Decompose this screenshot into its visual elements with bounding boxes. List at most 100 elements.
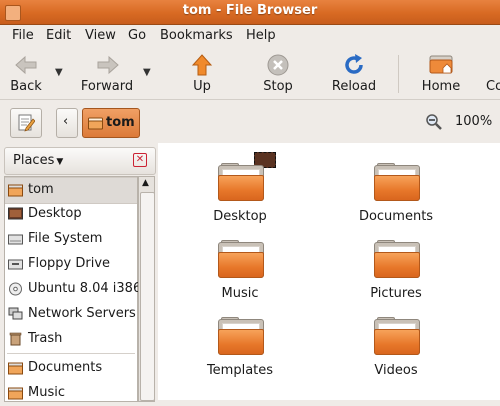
place-label: Ubuntu 8.04 i386 xyxy=(28,281,142,296)
hard-drive-icon xyxy=(8,234,23,245)
file-label: Music xyxy=(221,286,259,301)
zoom-icon[interactable] xyxy=(425,113,443,131)
chevron-left-icon: ‹ xyxy=(63,114,69,129)
up-arrow-icon xyxy=(191,54,213,76)
place-label: Floppy Drive xyxy=(28,256,111,271)
places-selector[interactable]: Places ▼ xyxy=(13,153,63,168)
trash-icon xyxy=(9,332,22,346)
place-label: Trash xyxy=(28,331,63,346)
place-label: Music xyxy=(28,385,65,400)
folder-icon xyxy=(374,240,420,278)
forward-label: Forward xyxy=(80,79,134,94)
menu-bookmarks[interactable]: Bookmarks xyxy=(160,28,233,43)
scrollbar-thumb[interactable] xyxy=(140,192,155,401)
back-history-dropdown-icon[interactable]: ▼ xyxy=(55,67,63,78)
network-icon xyxy=(8,307,23,320)
folder-icon xyxy=(218,317,264,355)
location-bar: ‹ tom 100% xyxy=(0,100,500,143)
reload-label: Reload xyxy=(331,79,377,94)
forward-button[interactable]: Forward xyxy=(76,47,138,99)
file-label: Pictures xyxy=(370,286,422,301)
computer-label: Co xyxy=(486,79,500,94)
file-view: Desktop Documents Music Pictures Templat… xyxy=(158,143,500,400)
window-title: tom - File Browser xyxy=(182,3,318,18)
menu-view[interactable]: View xyxy=(85,28,116,43)
file-label: Documents xyxy=(358,209,434,224)
toolbar: Back ▼ Forward ▼ Up Stop Reload Home Co xyxy=(0,47,500,100)
chevron-down-icon: ▼ xyxy=(56,157,64,167)
back-label: Back xyxy=(10,79,42,94)
stop-label: Stop xyxy=(263,79,293,94)
place-label: Documents xyxy=(28,360,103,375)
back-button[interactable]: Back xyxy=(2,47,50,99)
up-label: Up xyxy=(193,79,211,94)
place-item-tom[interactable]: tom xyxy=(5,177,137,204)
folder-icon xyxy=(8,387,23,400)
file-item-templates[interactable]: Templates xyxy=(180,317,300,378)
place-item-music[interactable]: Music xyxy=(5,381,137,406)
places-separator xyxy=(7,353,135,354)
place-item-desktop[interactable]: Desktop xyxy=(5,202,137,227)
place-item-network[interactable]: Network Servers xyxy=(5,302,137,327)
path-scroll-left-button[interactable]: ‹ xyxy=(56,108,78,138)
zoom-level[interactable]: 100% xyxy=(455,114,492,129)
file-item-documents[interactable]: Documents xyxy=(336,163,456,224)
menu-go[interactable]: Go xyxy=(128,28,146,43)
stop-button[interactable]: Stop xyxy=(254,47,302,99)
places-scrollbar[interactable]: ▲ xyxy=(138,176,155,402)
place-item-ubuntu-cd[interactable]: Ubuntu 8.04 i386 xyxy=(5,277,141,302)
path-label-tom: tom xyxy=(106,115,135,130)
folder-icon xyxy=(8,362,23,375)
reload-icon xyxy=(345,54,363,74)
menu-file[interactable]: File xyxy=(12,28,34,43)
file-label: Templates xyxy=(206,363,274,378)
reload-button[interactable]: Reload xyxy=(328,47,380,99)
folder-icon xyxy=(374,317,420,355)
places-list: tom Desktop File System Floppy Drive Ubu… xyxy=(4,176,141,402)
file-item-videos[interactable]: Videos xyxy=(336,317,456,378)
computer-button[interactable]: Co xyxy=(484,47,500,99)
place-label: Desktop xyxy=(28,206,82,221)
home-label: Home xyxy=(421,79,461,94)
scroll-up-arrow-icon[interactable]: ▲ xyxy=(142,178,149,188)
file-label: Videos xyxy=(374,363,418,378)
place-item-filesystem[interactable]: File System xyxy=(5,227,137,252)
menu-help[interactable]: Help xyxy=(246,28,276,43)
places-label: Places xyxy=(13,153,55,168)
stop-icon xyxy=(267,54,289,76)
home-folder-icon xyxy=(88,117,103,130)
place-label: File System xyxy=(28,231,103,246)
home-folder-icon xyxy=(8,184,23,197)
home-folder-icon xyxy=(429,55,453,74)
cd-icon xyxy=(9,282,22,296)
desktop-icon xyxy=(8,207,23,220)
toolbar-separator xyxy=(398,55,399,93)
folder-icon xyxy=(218,163,264,201)
toggle-location-entry-button[interactable] xyxy=(10,108,42,138)
title-bar: tom - File Browser xyxy=(0,0,500,25)
place-item-trash[interactable]: Trash xyxy=(5,327,137,352)
place-item-documents[interactable]: Documents xyxy=(5,356,137,381)
file-label: Desktop xyxy=(213,209,267,224)
file-item-music[interactable]: Music xyxy=(180,240,300,301)
home-button[interactable]: Home xyxy=(416,47,466,99)
place-label: tom xyxy=(28,182,54,197)
edit-location-icon xyxy=(18,114,35,132)
folder-icon xyxy=(218,240,264,278)
back-arrow-icon xyxy=(15,55,37,75)
side-pane: Places ▼ ✕ tom Desktop File System Floppy… xyxy=(0,143,159,402)
path-button-tom[interactable]: tom xyxy=(82,108,140,138)
file-item-desktop[interactable]: Desktop xyxy=(180,163,300,224)
place-label: Network Servers xyxy=(28,306,136,321)
file-item-pictures[interactable]: Pictures xyxy=(336,240,456,301)
menu-edit[interactable]: Edit xyxy=(46,28,71,43)
close-side-pane-icon[interactable]: ✕ xyxy=(133,153,147,167)
places-header: Places ▼ ✕ xyxy=(4,147,156,175)
folder-icon xyxy=(374,163,420,201)
up-button[interactable]: Up xyxy=(180,47,224,99)
menu-bar: File Edit View Go Bookmarks Help xyxy=(0,25,500,47)
floppy-drive-icon xyxy=(8,259,23,270)
forward-history-dropdown-icon[interactable]: ▼ xyxy=(143,67,151,78)
place-item-floppy[interactable]: Floppy Drive xyxy=(5,252,137,277)
forward-arrow-icon xyxy=(97,55,119,75)
